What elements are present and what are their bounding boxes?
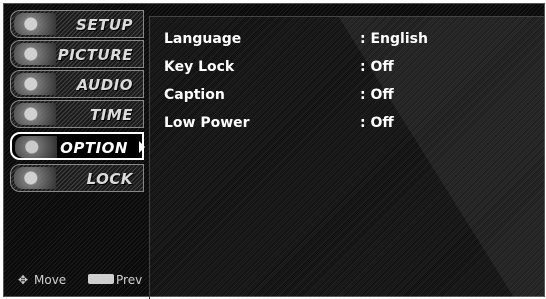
option-value: : English bbox=[360, 31, 428, 47]
option-panel: Language : English Key Lock : Off Captio… bbox=[149, 16, 544, 299]
option-value: : Off bbox=[360, 87, 394, 103]
menu-item-label: AUDIO bbox=[76, 76, 133, 94]
menu-item-label: TIME bbox=[90, 106, 133, 124]
time-icon bbox=[14, 103, 56, 125]
menu-item-label: OPTION bbox=[60, 139, 128, 157]
setup-icon bbox=[14, 13, 56, 35]
menu-item-lock[interactable]: LOCK bbox=[10, 164, 144, 192]
option-row-key-lock[interactable]: Key Lock : Off bbox=[164, 59, 394, 79]
option-icon bbox=[15, 136, 57, 158]
menu-key-icon bbox=[88, 274, 114, 284]
menu-item-setup[interactable]: SETUP bbox=[10, 10, 144, 38]
menu-item-picture[interactable]: PICTURE bbox=[10, 40, 144, 68]
menu-item-time[interactable]: TIME bbox=[10, 100, 144, 128]
lock-icon bbox=[14, 167, 56, 189]
menu-item-label: SETUP bbox=[76, 16, 133, 34]
footer-hints: ✥ Move Prev bbox=[12, 270, 146, 290]
option-name: Key Lock bbox=[164, 59, 235, 75]
option-row-caption[interactable]: Caption : Off bbox=[164, 87, 394, 107]
option-row-language[interactable]: Language : English bbox=[164, 31, 428, 51]
prev-hint: Prev bbox=[116, 273, 143, 287]
chevron-right-icon bbox=[139, 141, 145, 153]
option-name: Language bbox=[164, 31, 242, 47]
side-menu: SETUP PICTURE AUDIO TIME OPTION LOCK bbox=[10, 10, 146, 290]
dpad-icon: ✥ bbox=[18, 273, 29, 287]
move-hint: Move bbox=[34, 273, 67, 287]
menu-item-label: PICTURE bbox=[57, 46, 133, 64]
option-value: : Off bbox=[360, 59, 394, 75]
osd-screen: SETUP PICTURE AUDIO TIME OPTION LOCK ✥ M… bbox=[3, 3, 545, 299]
option-name: Caption bbox=[164, 87, 225, 103]
picture-icon bbox=[14, 43, 56, 65]
audio-icon bbox=[14, 73, 56, 95]
option-value: : Off bbox=[360, 115, 394, 131]
menu-item-label: LOCK bbox=[86, 170, 133, 188]
menu-item-audio[interactable]: AUDIO bbox=[10, 70, 144, 98]
option-name: Low Power bbox=[164, 115, 250, 131]
menu-item-option[interactable]: OPTION bbox=[10, 132, 145, 160]
option-row-low-power[interactable]: Low Power : Off bbox=[164, 115, 394, 135]
